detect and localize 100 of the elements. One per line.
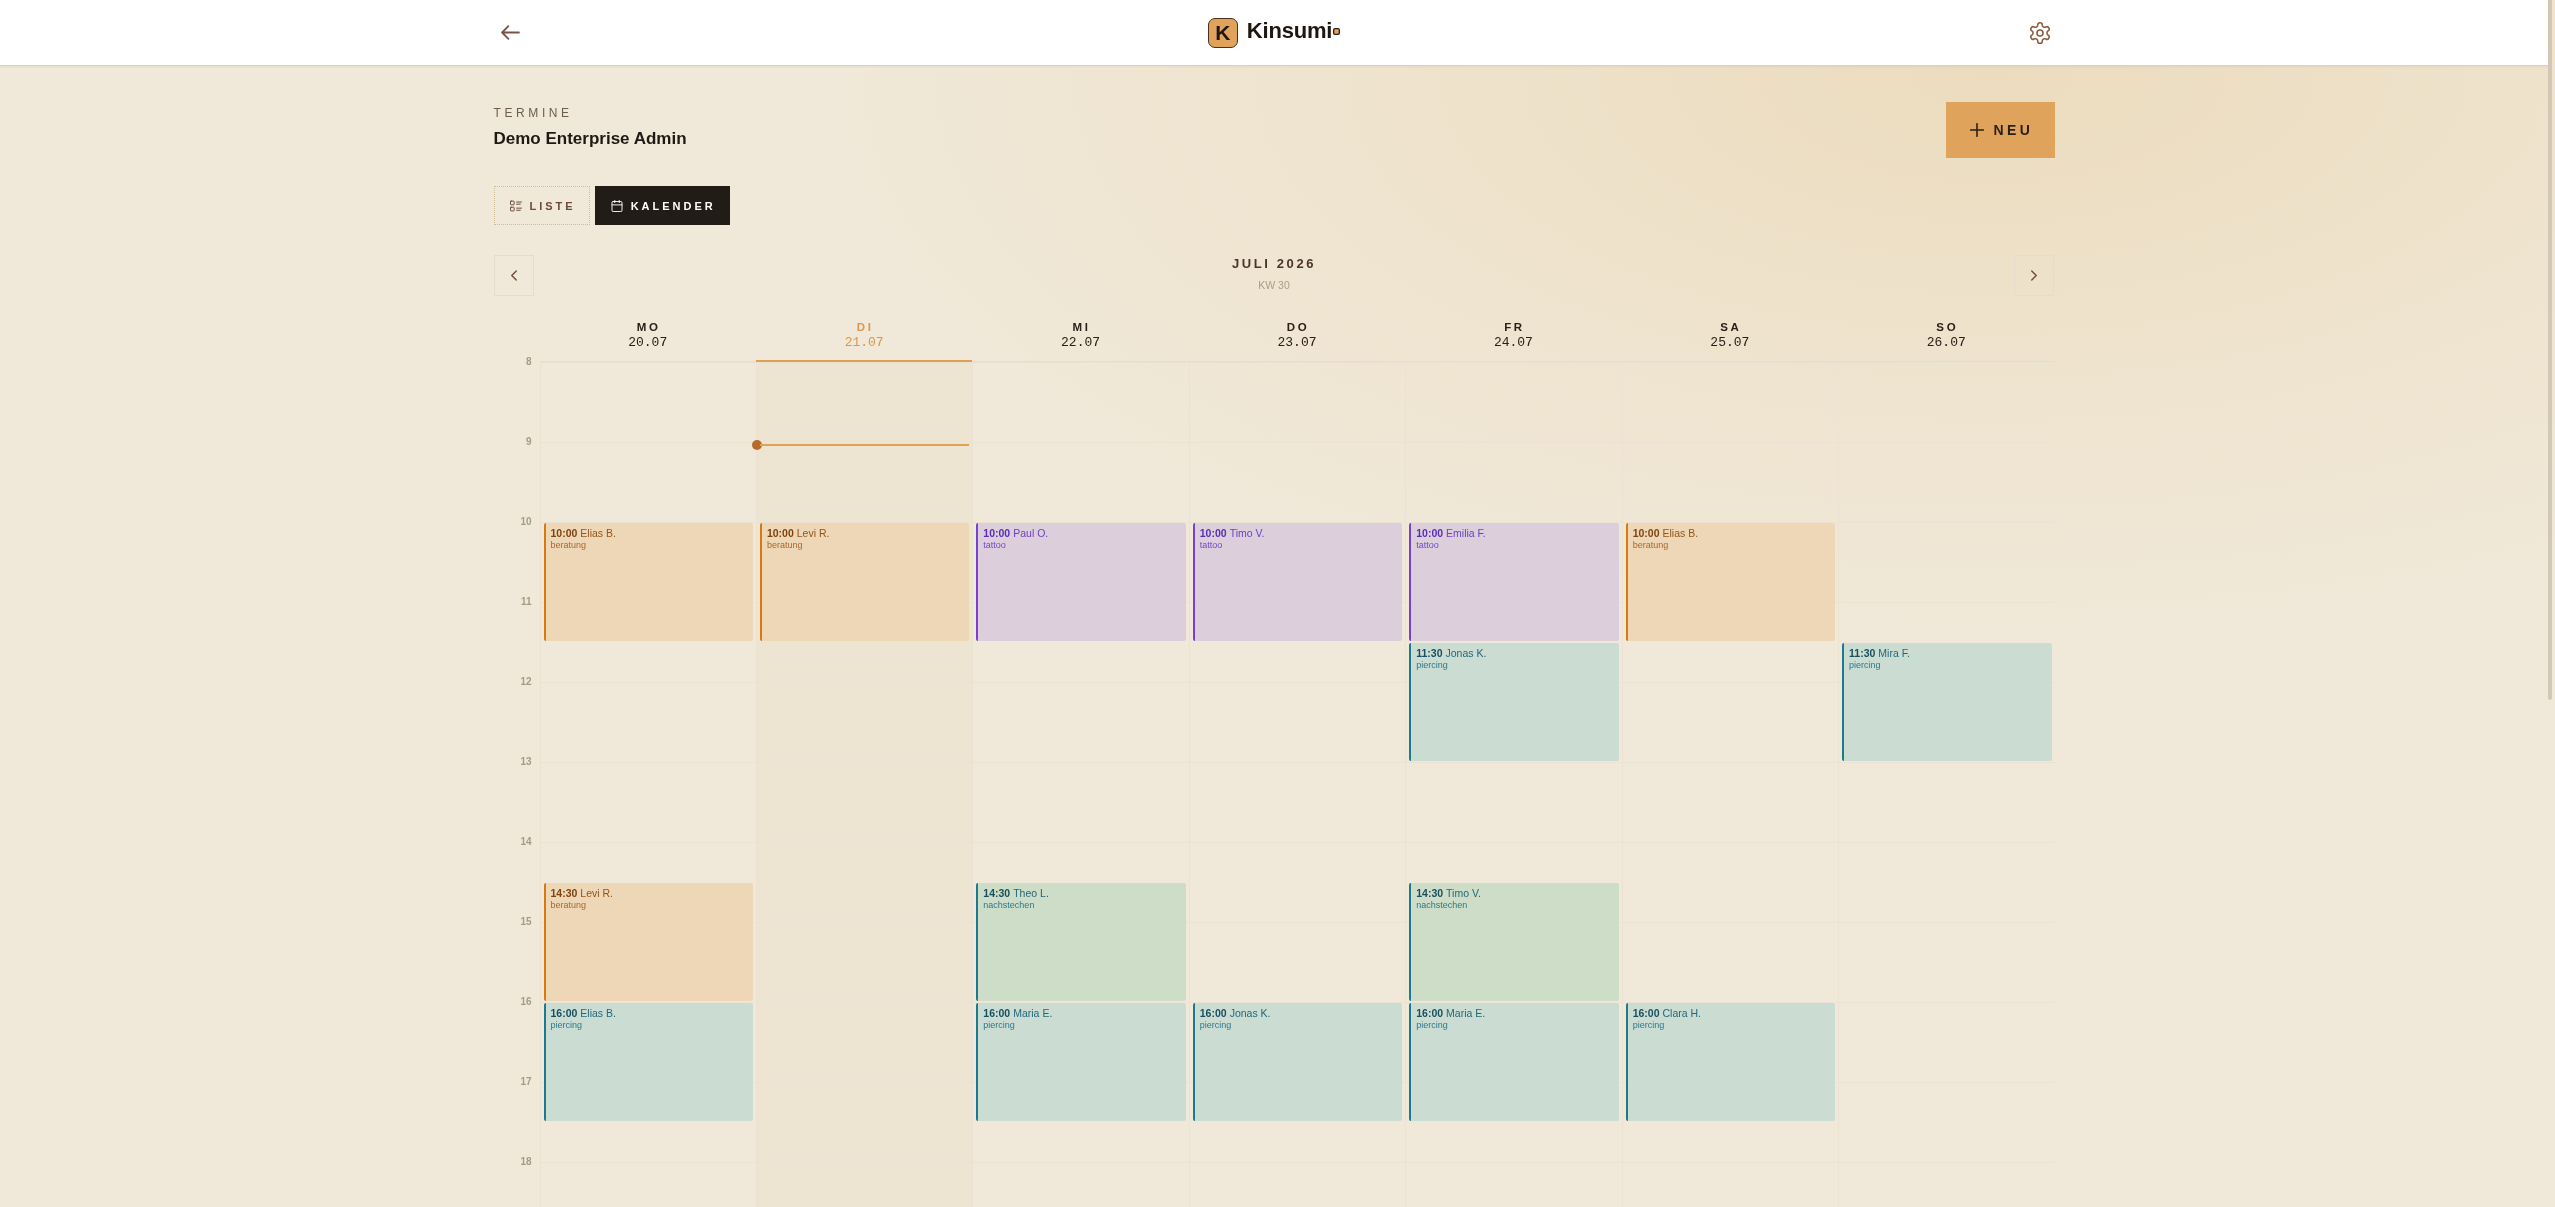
hour-label: 14 [520, 836, 532, 849]
appointment-card[interactable]: 10:00 Levi R. beratung [759, 523, 970, 641]
client-name: Elias B. [580, 1007, 616, 1020]
hour-label: 15 [520, 916, 532, 929]
client-name: Clara H. [1662, 1007, 1701, 1020]
appointment-card[interactable]: 11:30 Jonas K. piercing [1409, 643, 1619, 761]
service-label: piercing [983, 1020, 1015, 1031]
client-name: Maria E. [1013, 1007, 1053, 1020]
service-label: tattoo [1416, 540, 1439, 551]
client-name: Mira F. [1878, 647, 1910, 660]
appointment-card[interactable]: 16:00 Clara H. piercing [1625, 1003, 1836, 1121]
hour-label: 13 [520, 756, 532, 769]
appointment-time: 10:00 [550, 527, 578, 540]
service-label: piercing [1416, 1020, 1448, 1031]
service-label: tattoo [1199, 540, 1223, 551]
hour-label: 9 [525, 436, 532, 449]
appointment-time: 14:30 [550, 887, 578, 900]
weekday-label: DO [1285, 320, 1310, 335]
brand-name: Kinsumi [1246, 18, 1333, 44]
settings-button[interactable] [2029, 21, 2050, 44]
appointment-time: 14:30 [1416, 887, 1444, 900]
client-name: Timo V. [1229, 527, 1265, 540]
weekday-label: SA [1719, 320, 1742, 335]
appointment-card[interactable]: 16:00 Elias B. piercing [543, 1003, 753, 1121]
chevron-right-icon [2031, 270, 2038, 281]
appointment-card[interactable]: 16:00 Maria E. piercing [976, 1003, 1186, 1121]
appointment-time: 16:00 [1632, 1007, 1660, 1020]
date-label: 23.07 [1277, 335, 1317, 351]
hour-label: 11 [520, 596, 532, 609]
calendar-icon [610, 199, 623, 212]
new-button[interactable]: NEU [1945, 102, 2055, 158]
hour-label: 18 [520, 1156, 532, 1169]
section-label: TERMINE [493, 105, 573, 121]
appointment-card[interactable]: 16:00 Maria E. piercing [1409, 1003, 1619, 1121]
view-tab[interactable]: LISTE [493, 186, 590, 225]
service-label: beratung [766, 540, 803, 551]
appointment-card[interactable]: 10:00 Paul O. tattoo [976, 523, 1186, 641]
service-label: piercing [1416, 660, 1448, 671]
service-label: beratung [1632, 540, 1669, 551]
next-week-button[interactable] [2014, 255, 2055, 296]
week-number: KW 30 [1258, 278, 1290, 292]
appointment-time: 10:00 [1199, 527, 1227, 540]
service-label: nachstechen [1416, 900, 1468, 911]
appointment-time: 10:00 [766, 527, 794, 540]
appointment-card[interactable]: 10:00 Elias B. beratung [543, 523, 753, 641]
weekday-label: DI [855, 320, 874, 335]
month-label: JULI 2026 [1231, 255, 1317, 273]
date-label: 21.07 [844, 335, 884, 351]
service-label: tattoo [983, 540, 1006, 551]
date-label: 25.07 [1710, 335, 1750, 351]
weekday-label: MI [1071, 320, 1091, 335]
appointment-time: 10:00 [983, 527, 1011, 540]
appointment-card[interactable]: 14:30 Levi R. beratung [543, 883, 753, 1001]
date-label: 20.07 [628, 335, 668, 351]
client-name: Timo V. [1446, 887, 1481, 900]
weekday-label: MO [635, 320, 661, 335]
client-name: Levi R. [796, 527, 830, 540]
back-button[interactable] [500, 25, 520, 40]
appointment-time: 16:00 [550, 1007, 578, 1020]
client-name: Jonas K. [1229, 1007, 1271, 1020]
appointment-time: 10:00 [1416, 527, 1444, 540]
view-tab[interactable]: KALENDER [594, 186, 730, 225]
appointment-time: 11:30 [1849, 647, 1876, 660]
weekday-label: SO [1935, 320, 1959, 335]
appointment-time: 16:00 [1416, 1007, 1444, 1020]
scrollbar-thumb[interactable] [2548, 0, 2552, 700]
client-name: Elias B. [580, 527, 616, 540]
appointment-time: 16:00 [983, 1007, 1011, 1020]
previous-week-button[interactable] [493, 255, 534, 296]
client-name: Elias B. [1662, 527, 1699, 540]
hour-label: 16 [520, 996, 532, 1009]
page-title: Demo Enterprise Admin [493, 128, 687, 150]
client-name: Jonas K. [1445, 647, 1487, 660]
client-name: Emilia F. [1446, 527, 1486, 540]
logo-mark: K [1207, 17, 1238, 48]
appointment-card[interactable]: 14:30 Theo L. nachstechen [976, 883, 1186, 1001]
appointment-card[interactable]: 10:00 Timo V. tattoo [1192, 523, 1403, 641]
list-icon [509, 199, 522, 212]
appointment-card[interactable]: 10:00 Elias B. beratung [1625, 523, 1836, 641]
appointment-time: 10:00 [1632, 527, 1660, 540]
hour-label: 8 [525, 356, 532, 369]
client-name: Paul O. [1013, 527, 1049, 540]
client-name: Theo L. [1013, 887, 1049, 900]
appointment-time: 11:30 [1416, 647, 1443, 660]
appointment-card[interactable]: 16:00 Jonas K. piercing [1192, 1003, 1403, 1121]
service-label: nachstechen [983, 900, 1035, 911]
client-name: Levi R. [580, 887, 614, 900]
settings-icon [2029, 21, 2050, 44]
service-label: piercing [1199, 1020, 1232, 1031]
date-label: 22.07 [1061, 335, 1101, 351]
appointment-time: 14:30 [983, 887, 1011, 900]
service-label: beratung [550, 900, 587, 911]
hour-label: 17 [520, 1076, 532, 1089]
plus-icon [1969, 123, 1984, 137]
appointment-card[interactable]: 14:30 Timo V. nachstechen [1409, 883, 1619, 1001]
appointment-time: 16:00 [1199, 1007, 1227, 1020]
service-label: beratung [550, 540, 587, 551]
appointment-card[interactable]: 11:30 Mira F. piercing [1842, 643, 2052, 761]
arrow-left-icon [500, 25, 520, 40]
appointment-card[interactable]: 10:00 Emilia F. tattoo [1409, 523, 1619, 641]
